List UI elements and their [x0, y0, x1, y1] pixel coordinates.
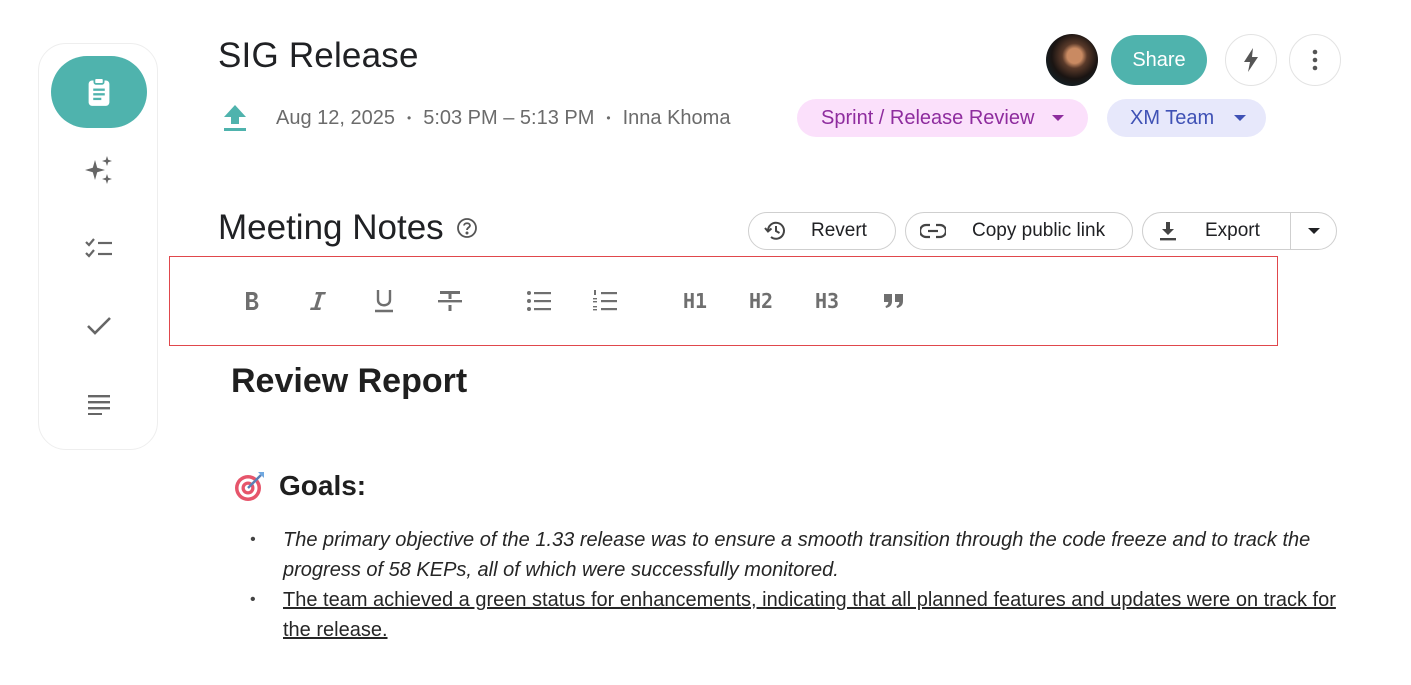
notes-title-text: Meeting Notes	[218, 208, 444, 247]
list-item: The primary objective of the 1.33 releas…	[250, 525, 1340, 585]
bold-button[interactable]	[232, 283, 272, 319]
blockquote-button[interactable]	[874, 283, 914, 319]
bold-icon	[246, 292, 259, 310]
more-vertical-icon	[1312, 49, 1318, 71]
export-label: Export	[1205, 220, 1260, 241]
heading-1-button[interactable]: H1	[675, 283, 715, 319]
copy-public-link-button[interactable]: Copy public link	[905, 212, 1133, 250]
underline-button[interactable]	[364, 283, 404, 319]
sidebar-item-checklist[interactable]	[51, 212, 147, 284]
target-icon	[234, 470, 266, 502]
checkmark-icon	[87, 317, 111, 335]
document-heading: Review Report	[231, 362, 468, 400]
category-dropdown[interactable]: Sprint / Release Review	[797, 99, 1088, 137]
underline-icon	[375, 290, 393, 313]
goals-section-heading: Goals:	[234, 470, 366, 502]
export-button[interactable]: Export	[1142, 212, 1337, 250]
bullet-list-icon	[527, 291, 551, 311]
link-icon	[920, 223, 946, 239]
page-title: SIG Release	[218, 36, 419, 75]
numbered-list-button[interactable]	[585, 283, 625, 319]
quote-icon	[884, 294, 903, 308]
italic-button[interactable]	[298, 283, 338, 319]
meeting-date: Aug 12, 2025	[276, 106, 395, 129]
notes-section-title: Meeting Notes	[218, 208, 478, 248]
list-item-text: The team achieved a green status for enh…	[283, 589, 1336, 641]
team-label: XM Team	[1130, 106, 1215, 129]
help-icon[interactable]	[456, 217, 478, 239]
share-button[interactable]: Share	[1111, 35, 1207, 85]
goals-list: The primary objective of the 1.33 releas…	[250, 525, 1340, 645]
more-options-button[interactable]	[1289, 34, 1341, 86]
heading-2-button[interactable]: H2	[741, 283, 781, 319]
strikethrough-button[interactable]	[430, 283, 470, 319]
copy-link-label: Copy public link	[972, 220, 1106, 241]
history-icon	[763, 220, 787, 242]
meeting-time: 5:03 PM – 5:13 PM	[423, 106, 595, 129]
heading-3-button[interactable]: H3	[807, 283, 847, 319]
revert-label: Revert	[811, 220, 867, 241]
formatting-toolbar: H1 H2 H3	[169, 256, 1278, 346]
goals-title: Goals:	[279, 470, 367, 501]
lines-icon	[88, 395, 110, 415]
caret-down-icon	[1308, 228, 1320, 234]
italic-icon	[310, 292, 326, 310]
clipboard-icon	[88, 77, 110, 106]
separator: •	[407, 111, 412, 125]
category-label: Sprint / Release Review	[821, 106, 1035, 129]
meeting-author: Inna Khoma	[622, 106, 731, 129]
sidebar-item-transcript[interactable]	[51, 368, 147, 440]
list-item: The team achieved a green status for enh…	[250, 585, 1340, 645]
lightning-icon	[1244, 48, 1258, 72]
export-options-dropdown[interactable]	[1291, 213, 1337, 249]
caret-down-icon	[1052, 115, 1065, 121]
team-dropdown[interactable]: XM Team	[1107, 99, 1266, 137]
list-item-text: The primary objective of the 1.33 releas…	[283, 529, 1311, 581]
numbered-list-icon	[593, 290, 617, 311]
upload-icon[interactable]	[220, 100, 250, 136]
bullet-list-button[interactable]	[519, 283, 559, 319]
sidebar	[38, 43, 158, 450]
sidebar-item-done[interactable]	[51, 290, 147, 362]
strikethrough-icon	[438, 291, 462, 311]
checklist-icon	[85, 238, 112, 258]
caret-down-icon	[1234, 115, 1247, 121]
avatar[interactable]	[1046, 34, 1098, 86]
meeting-meta: Aug 12, 2025 • 5:03 PM – 5:13 PM • Inna …	[220, 100, 730, 136]
sidebar-item-ai[interactable]	[51, 134, 147, 206]
sparkles-icon	[85, 156, 112, 184]
revert-button[interactable]: Revert	[748, 212, 896, 250]
separator: •	[606, 111, 611, 125]
sidebar-item-notes[interactable]	[51, 56, 147, 128]
bolt-button[interactable]	[1225, 34, 1277, 86]
download-icon	[1157, 220, 1179, 242]
